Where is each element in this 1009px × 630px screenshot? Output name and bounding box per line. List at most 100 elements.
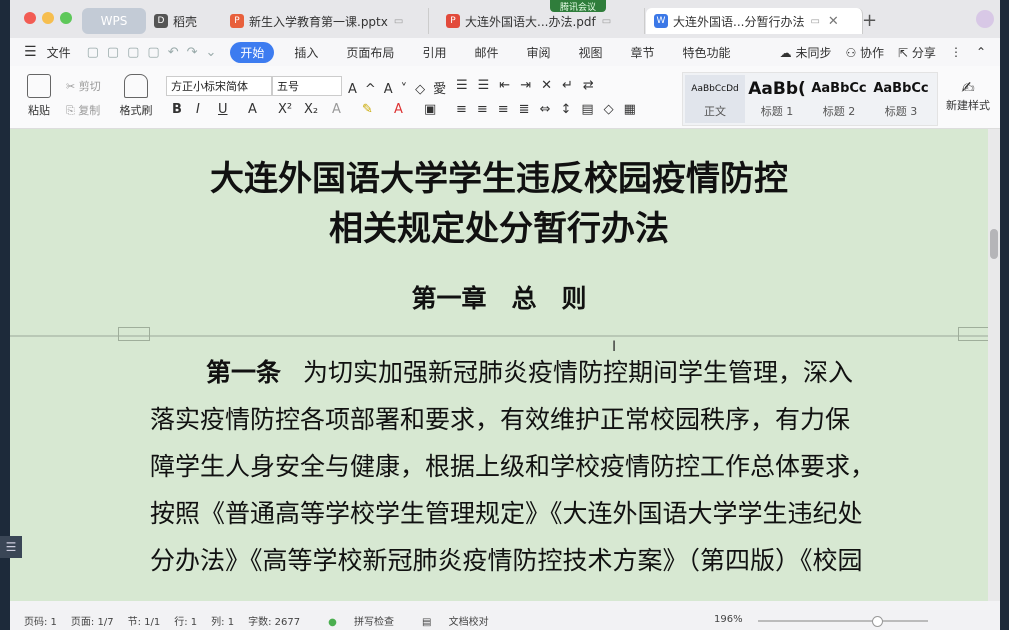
paragraph-list-controls[interactable]: ☰☰⇤⇥✕↵⇄ xyxy=(456,78,604,93)
word-icon: W xyxy=(654,14,668,28)
spell-check-button[interactable]: ● 拼写检查 xyxy=(314,613,394,628)
paste-button[interactable]: 粘贴 xyxy=(24,74,54,118)
scissors-icon: ✂ xyxy=(66,80,79,93)
style-heading-2[interactable]: AaBbCc 标题 2 xyxy=(809,75,869,123)
vertical-scrollbar[interactable] xyxy=(988,129,1000,601)
sync-label: 未同步 xyxy=(795,45,832,60)
zoom-level[interactable]: 196% xyxy=(714,614,743,625)
tab-docx-active[interactable]: W 大连外国语...分暂行办法 ▭ ✕ xyxy=(646,8,863,34)
minimize-window-button[interactable] xyxy=(42,12,54,24)
font-color-button[interactable]: A xyxy=(394,102,403,117)
collab-label: 协作 xyxy=(860,45,885,60)
strikethrough-button[interactable]: A xyxy=(248,102,257,117)
copy-label: 复制 xyxy=(78,104,101,117)
user-icon: ⚇ xyxy=(845,45,861,60)
paste-label: 粘贴 xyxy=(28,104,50,117)
status-column: 列: 1 xyxy=(211,616,235,628)
format-painter-button[interactable]: 格式刷 xyxy=(118,74,154,118)
desktop-side-handle[interactable]: ☰ xyxy=(0,536,22,558)
font-size-select[interactable]: 五号 xyxy=(272,76,342,96)
chapter-heading: 第一章 总 则 xyxy=(411,284,587,313)
quick-access-icons[interactable]: ▢▢▢▢↶↷⌄ xyxy=(87,45,225,60)
status-page-number[interactable]: 页码: 1 xyxy=(24,613,57,628)
menu-layout[interactable]: 页面布局 xyxy=(332,44,408,61)
menu-view[interactable]: 视图 xyxy=(564,44,616,61)
status-word-count[interactable]: 字数: 2677 xyxy=(248,613,300,628)
style-normal[interactable]: AaBbCcDd 正文 xyxy=(685,75,745,123)
style-sample: AaBbCcDd xyxy=(691,84,739,94)
tab-pdf[interactable]: P 大连外国语大...办法.pdf ▭ xyxy=(438,8,645,34)
menu-features[interactable]: 特色功能 xyxy=(669,44,745,61)
superscript-button[interactable]: X² xyxy=(278,102,292,117)
maximize-window-button[interactable] xyxy=(60,12,72,24)
underline-button[interactable]: U xyxy=(218,102,228,117)
cloud-icon: ☁ xyxy=(779,45,796,60)
sync-button[interactable]: ☁ 未同步 xyxy=(780,44,832,61)
collapse-ribbon-icon[interactable]: ⌃ xyxy=(976,45,986,59)
menu-start[interactable]: 开始 xyxy=(230,41,275,63)
file-menu[interactable]: 文件 xyxy=(47,44,71,61)
document-canvas[interactable]: 大连外国语大学学生违反校园疫情防控 相关规定处分暂行办法 第一章 总 则 I 第… xyxy=(10,129,988,601)
doc-title-line2: 相关规定处分暂行办法 xyxy=(329,209,669,249)
screen-icon[interactable]: ▭ xyxy=(394,16,403,27)
scroll-thumb[interactable] xyxy=(990,229,998,259)
style-heading-1[interactable]: AaBb( 标题 1 xyxy=(747,75,807,123)
tab-wps[interactable]: WPS xyxy=(82,8,146,34)
avatar[interactable] xyxy=(976,10,994,28)
status-page-count[interactable]: 页面: 1/7 xyxy=(71,613,114,628)
menu-mail[interactable]: 邮件 xyxy=(460,44,512,61)
spell-check-label: 拼写检查 xyxy=(353,616,394,628)
menu-references[interactable]: 引用 xyxy=(408,44,460,61)
menu-review[interactable]: 审阅 xyxy=(512,44,564,61)
wps-window: 腾讯会议 WPS D 稻壳 P 新生入学教育第一课.pptx ▭ P 大连外国语大… xyxy=(10,0,1000,630)
new-style-button[interactable]: ✍ 新建样式 xyxy=(944,78,992,113)
copy-button[interactable]: ⎘ 复制 xyxy=(66,102,100,118)
cut-button[interactable]: ✂ 剪切 xyxy=(66,78,101,94)
clipboard-icon xyxy=(27,74,51,98)
subscript-button[interactable]: X₂ xyxy=(304,102,318,117)
font-name-select[interactable]: 方正小标宋简体 xyxy=(166,76,272,96)
style-heading-3[interactable]: AaBbCc 标题 3 xyxy=(871,75,931,123)
tab-label: 新生入学教育第一课.pptx xyxy=(249,14,388,29)
close-tab-icon[interactable]: ✕ xyxy=(828,14,839,29)
body-line: 按照《普通高等学校学生管理规定》《大连外国语大学学生违纪处 xyxy=(150,499,863,528)
share-label: 分享 xyxy=(911,45,936,60)
format-painter-label: 格式刷 xyxy=(119,104,153,117)
status-row: 行: 1 xyxy=(174,616,198,628)
menu-chapter[interactable]: 章节 xyxy=(617,44,669,61)
style-label: 标题 1 xyxy=(760,105,794,118)
tab-label: 大连外国语大...办法.pdf xyxy=(465,14,596,29)
style-sample: AaBbCc xyxy=(811,81,867,96)
alignment-controls[interactable]: ≡≡≡≣⇔↕▤◇▦ xyxy=(456,102,646,117)
italic-button[interactable]: I xyxy=(196,102,200,117)
check-icon: ● xyxy=(328,616,340,628)
doc-icon: ▤ xyxy=(421,616,435,628)
zoom-slider-handle[interactable] xyxy=(872,616,883,627)
share-button[interactable]: ⇱ 分享 xyxy=(898,44,936,61)
collab-button[interactable]: ⚇ 协作 xyxy=(845,44,884,61)
zoom-slider[interactable] xyxy=(758,620,928,622)
close-window-button[interactable] xyxy=(24,12,36,24)
doc-proofread-button[interactable]: ▤ 文档校对 xyxy=(408,613,489,628)
new-style-icon: ✍ xyxy=(961,78,975,97)
daoke-icon: D xyxy=(154,14,168,28)
highlight-icon[interactable]: ✎ xyxy=(362,102,373,117)
hamburger-icon[interactable]: ☰ xyxy=(24,44,37,60)
body-line: 障学生人身安全与健康，根据上级和学校疫情防控工作总体要求， xyxy=(150,452,876,481)
char-border-button[interactable]: ▣ xyxy=(424,102,436,117)
new-tab-button[interactable]: + xyxy=(862,10,877,31)
font-size-controls[interactable]: A^A˅◇愛 xyxy=(348,78,454,97)
tab-pptx[interactable]: P 新生入学教育第一课.pptx ▭ xyxy=(222,8,429,34)
tab-daoke[interactable]: D 稻壳 xyxy=(154,8,214,34)
more-icon[interactable]: ⋮ xyxy=(950,45,962,59)
screen-icon[interactable]: ▭ xyxy=(602,16,611,27)
tab-label: 大连外国语...分暂行办法 xyxy=(673,14,805,29)
brush-icon xyxy=(124,74,148,98)
body-text: 为切实加强新冠肺炎疫情防控期间学生管理，深入 xyxy=(303,358,854,387)
text-effect-button[interactable]: A xyxy=(332,102,341,117)
bold-button[interactable]: B xyxy=(172,102,182,117)
menu-insert[interactable]: 插入 xyxy=(280,44,332,61)
screen-icon[interactable]: ▭ xyxy=(810,16,819,27)
body-line: 落实疫情防控各项部署和要求，有效维护正常校园秩序，有力保 xyxy=(150,405,851,434)
new-style-label: 新建样式 xyxy=(946,99,990,112)
